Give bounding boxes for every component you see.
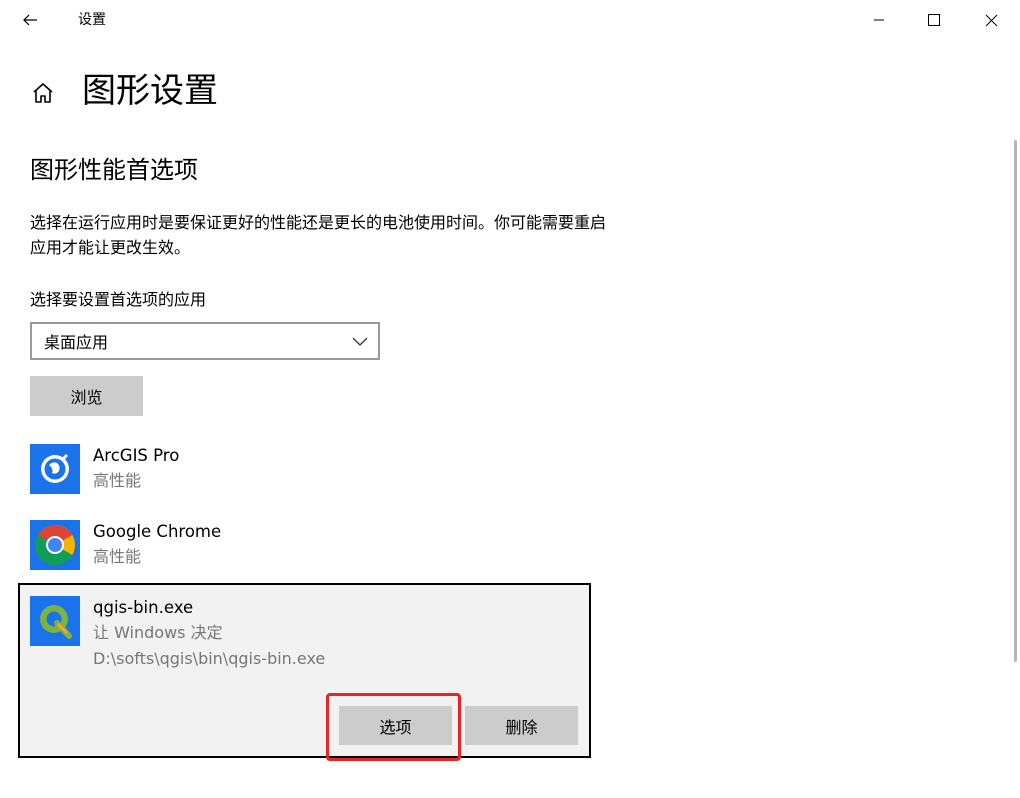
options-button[interactable]: 选项: [339, 706, 452, 745]
app-name: ArcGIS Pro: [93, 446, 180, 465]
minimize-button[interactable]: [856, 0, 902, 40]
title-bar: 设置: [0, 0, 1020, 40]
app-preference: 让 Windows 决定: [93, 623, 223, 642]
back-arrow-icon: [23, 14, 37, 26]
app-preference: 高性能: [93, 471, 142, 490]
app-name: qgis-bin.exe: [93, 598, 194, 617]
browse-button[interactable]: 浏览: [30, 376, 143, 416]
app-preference: 高性能: [93, 547, 142, 566]
section-title: 图形性能首选项: [30, 156, 198, 184]
scrollbar[interactable]: [1014, 140, 1017, 662]
description-text: 选择在运行应用时是要保证更好的性能还是更长的电池使用时间。你可能需要重启应用才能…: [30, 213, 607, 257]
app-path: D:\softs\qgis\bin\qgis-bin.exe: [93, 649, 326, 668]
home-icon: [33, 83, 53, 103]
chrome-icon: [30, 520, 80, 570]
qgis-icon: [30, 596, 80, 646]
app-item-chrome[interactable]: Google Chrome 高性能: [30, 520, 590, 572]
chevron-down-icon: [352, 337, 368, 346]
arcgis-icon: [30, 444, 80, 494]
app-type-dropdown[interactable]: 桌面应用: [30, 322, 380, 360]
app-name: Google Chrome: [93, 522, 222, 541]
back-button[interactable]: [6, 0, 54, 40]
maximize-icon: [928, 14, 940, 26]
close-button[interactable]: [968, 0, 1014, 40]
select-app-label: 选择要设置首选项的应用: [30, 290, 207, 309]
dropdown-value: 桌面应用: [44, 333, 109, 352]
home-button[interactable]: [28, 78, 58, 108]
page-title: 图形设置: [82, 71, 218, 111]
app-item-arcgis[interactable]: ArcGIS Pro 高性能: [30, 444, 590, 496]
close-icon: [985, 14, 997, 26]
window-title: 设置: [78, 12, 106, 28]
maximize-button[interactable]: [911, 0, 957, 40]
app-item-qgis: qgis-bin.exe 让 Windows 决定 D:\softs\qgis\…: [30, 596, 590, 676]
remove-button[interactable]: 删除: [465, 706, 578, 745]
minimize-icon: [874, 19, 884, 21]
